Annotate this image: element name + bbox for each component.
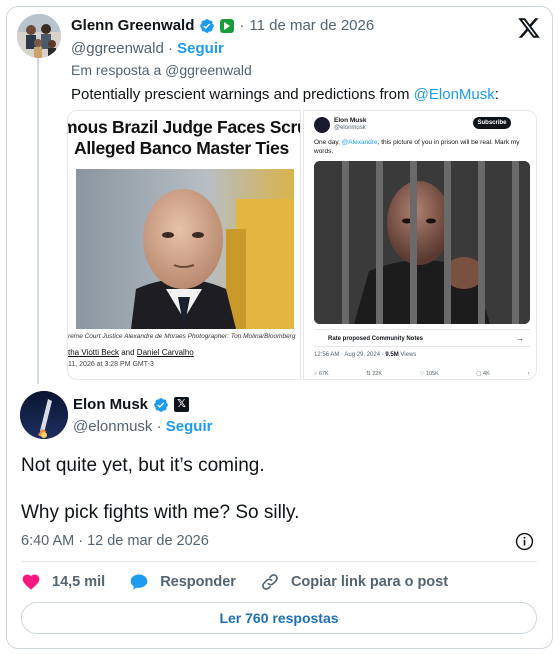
copy-link-button[interactable]: Copiar link para o post — [260, 572, 448, 592]
embedded-stat-replies: ○ 67K — [314, 371, 329, 377]
community-notes-label: Rate proposed Community Notes — [328, 336, 424, 342]
quoted-author-name[interactable]: Glenn Greenwald — [71, 17, 194, 34]
reply-button[interactable]: Responder — [129, 572, 236, 592]
quoted-date[interactable]: 11 de mar de 2026 — [249, 17, 374, 34]
divider — [21, 561, 537, 562]
article-headline-line1: mous Brazil Judge Faces Scru — [67, 117, 301, 137]
media-image-embedded-post[interactable]: Elon Musk @elonmusk Subscribe One day, @… — [303, 110, 537, 380]
quoted-author-row: Glenn Greenwald · 11 de mar de 2026 — [71, 17, 374, 34]
heart-icon — [22, 574, 40, 590]
article-headline-line2: Alleged Banco Master Ties — [74, 138, 289, 158]
embedded-text: One day, @Alexandre, this picture of you… — [314, 138, 529, 156]
subscription-badge-icon — [220, 18, 235, 33]
x-affiliate-badge-icon: 𝕏 — [174, 397, 190, 412]
embedded-stat-likes: ♡ 105K — [419, 371, 439, 377]
embedded-subscribe-button: Subscribe — [473, 117, 511, 129]
dot-separator: · — [239, 17, 245, 34]
follow-button-quoted[interactable]: Seguir — [177, 40, 224, 57]
tweet-text-line2: Why pick fights with me? So silly. — [21, 502, 300, 523]
verified-icon — [154, 397, 168, 412]
arrow-right-icon: → — [516, 334, 524, 343]
avatar-ggreenwald[interactable] — [17, 14, 61, 58]
author-name[interactable]: Elon Musk — [73, 396, 148, 413]
reply-label: Responder — [160, 574, 236, 590]
dot-separator: · — [167, 40, 178, 57]
like-count: 14,5 mil — [52, 574, 106, 590]
handle-row: @elonmusk · Seguir — [73, 418, 212, 435]
quoted-text-suffix: : — [494, 86, 499, 103]
embedded-handle: @elonmusk — [334, 125, 366, 131]
embedded-stat-bookmarks: ▢ 4K — [476, 371, 490, 377]
author-row: Elon Musk 𝕏 — [73, 396, 190, 413]
copy-link-label: Copiar link para o post — [290, 574, 449, 590]
like-button[interactable]: 14,5 mil — [21, 572, 105, 592]
verified-icon — [200, 18, 215, 33]
tweet-timestamp[interactable]: 6:40 AM · 12 de mar de 2026 — [21, 533, 209, 549]
x-logo-icon[interactable] — [517, 16, 541, 40]
mention-link[interactable]: @ElonMusk — [414, 86, 495, 103]
embedded-meta: 12:56 AM · Aug 29, 2024 · 9.5M Views — [314, 352, 416, 358]
article-author-1: tha Viotti Beck — [68, 348, 119, 357]
author-handle[interactable]: @elonmusk — [73, 418, 152, 435]
article-byline: tha Viotti Beck and Daniel Carvalho — [68, 348, 194, 357]
embedded-meta-views-label: Views — [398, 352, 417, 358]
thread-line — [37, 58, 39, 384]
follow-button[interactable]: Seguir — [166, 418, 213, 435]
embedded-text-prefix: One day, — [314, 139, 342, 146]
reply-icon — [130, 574, 148, 590]
quoted-text: Potentially prescient warnings and predi… — [71, 86, 499, 103]
link-icon — [262, 574, 278, 590]
read-replies-button[interactable]: Ler 760 respostas — [21, 602, 537, 634]
tweet-text-line1: Not quite yet, but it’s coming. — [21, 455, 265, 476]
embedded-meta-views: 9.5M — [385, 352, 399, 358]
embedded-meta-time: 12:56 AM · Aug 29, 2024 · — [314, 352, 386, 358]
media-image-article[interactable]: mous Brazil Judge Faces Scru Alleged Ban… — [67, 110, 301, 380]
embedded-stat-reposts: ⇅ 22K — [366, 371, 383, 377]
article-photo — [76, 169, 294, 329]
embedded-stat-share: ↑ — [527, 371, 530, 377]
info-icon[interactable] — [515, 532, 534, 551]
embedded-mention: @Alexandre — [341, 139, 378, 146]
quoted-handle[interactable]: @ggreenwald — [71, 40, 164, 57]
embedded-avatar — [314, 117, 330, 133]
embedded-community-notes: Rate proposed Community Notes → — [314, 329, 530, 347]
reply-context: Em resposta a @ggreenwald — [71, 62, 252, 78]
avatar-elonmusk[interactable] — [20, 391, 68, 439]
action-bar: 14,5 mil Responder Copiar link para o po… — [21, 572, 472, 592]
embedded-prison-photo — [314, 161, 530, 324]
article-caption: reme Court Justice Alexandre de Moraes P… — [68, 333, 296, 340]
article-author-2: Daniel Carvalho — [136, 348, 194, 357]
embedded-author-name: Elon Musk — [334, 117, 367, 124]
dot-separator: · — [156, 418, 166, 435]
article-byline-and: and — [119, 348, 137, 357]
quoted-text-prefix: Potentially prescient warnings and predi… — [71, 86, 414, 103]
article-dateline: 11, 2026 at 3:28 PM GMT-3 — [68, 361, 154, 368]
quoted-handle-row: @ggreenwald · Seguir — [71, 40, 224, 57]
embedded-stats: ○ 67K ⇅ 22K ♡ 105K ▢ 4K ↑ — [314, 371, 530, 377]
